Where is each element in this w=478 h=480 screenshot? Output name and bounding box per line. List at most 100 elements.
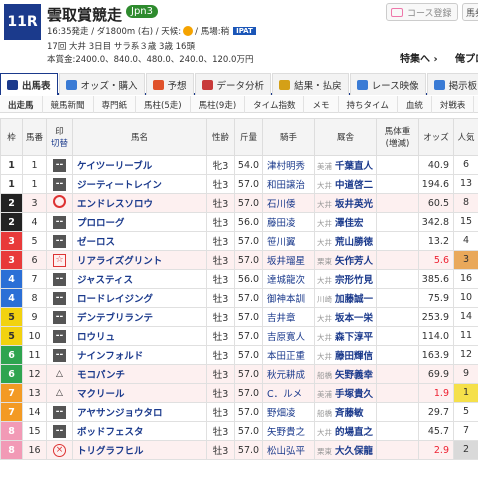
trainer-cell[interactable]: 栗東 矢作芳人 [314,250,377,270]
jockey-link[interactable]: 和田譲治 [262,174,315,194]
mark-cell[interactable]: -- [46,326,73,346]
tab-5[interactable]: レース映像 [349,73,426,95]
mark-dash-icon[interactable]: -- [53,405,66,419]
trainer-cell[interactable]: 大井 澤佳宏 [314,212,377,232]
tab-3[interactable]: データ分析 [194,73,272,95]
jockey-link[interactable]: 石川倭 [262,193,315,213]
course-register-button[interactable]: コース登録 [386,3,458,21]
trainer-link[interactable]: 斉藤敏 [335,408,364,419]
horse-name-link[interactable]: ロウリュ [72,326,207,346]
mark-x-icon[interactable]: × [53,443,66,457]
jockey-link[interactable]: 津村明秀 [262,155,315,175]
mark-cell[interactable]: -- [46,231,73,251]
jockey-link[interactable]: 達城龍次 [262,269,315,289]
mark-cell[interactable]: -- [46,174,73,194]
horse-name-link[interactable]: プロローグ [72,212,207,232]
jockey-link[interactable]: 御神本訓 [262,288,315,308]
trainer-link[interactable]: 澤佳宏 [335,218,364,229]
mark-dash-icon[interactable]: -- [53,329,66,343]
subtab-1[interactable]: 競馬新聞 [43,96,94,113]
horse-name-link[interactable]: マクリール [72,383,207,403]
mark-cell[interactable]: -- [46,212,73,232]
mark-cell[interactable]: -- [46,421,73,441]
trainer-link[interactable]: 加藤誠一 [335,294,373,305]
trainer-link[interactable]: 矢作芳人 [335,256,373,267]
trainer-link[interactable]: 藤田輝信 [335,351,373,362]
jockey-link[interactable]: C．ルメ [262,383,315,403]
jockey-link[interactable]: 笹川翼 [262,231,315,251]
jockey-link[interactable]: 吉井章 [262,307,315,327]
jockey-link[interactable]: 藤田凌 [262,212,315,232]
trainer-cell[interactable]: 大井 坂本一栄 [314,307,377,327]
mark-circle-icon[interactable] [53,195,66,208]
trainer-cell[interactable]: 船橋 斉藤敏 [314,402,377,422]
subtab-3[interactable]: 馬柱(5走) [136,96,191,113]
tab-0[interactable]: 出馬表 [0,73,58,95]
mark-cell[interactable]: -- [46,269,73,289]
subtab-4[interactable]: 馬柱(9走) [191,96,246,113]
trainer-link[interactable]: 矢野義幸 [335,370,373,381]
mark-cell[interactable]: -- [46,402,73,422]
jockey-link[interactable]: 坂井瑠星 [262,250,315,270]
tab-1[interactable]: オッズ・購入 [58,73,145,95]
mark-dash-icon[interactable]: -- [53,272,66,286]
horse-name-link[interactable]: モコパンチ [72,364,207,384]
mark-dash-icon[interactable]: -- [53,234,66,248]
horse-name-link[interactable]: ボッドフェスタ [72,421,207,441]
mark-toggle[interactable]: 切替 [51,139,68,149]
special-feature-link[interactable]: 特集へ › [400,50,438,65]
mark-dash-icon[interactable]: -- [53,310,66,324]
trainer-link[interactable]: 大久保龍 [335,446,373,457]
horse-name-link[interactable]: ケイツーリーブル [72,155,207,175]
trainer-link[interactable]: 坂井英光 [335,199,373,210]
horse-name-link[interactable]: アヤサンジョウタロ [72,402,207,422]
mark-cell[interactable]: ☆ [46,250,73,270]
mark-dash-icon[interactable]: -- [53,215,66,229]
jockey-link[interactable]: 秋元耕成 [262,364,315,384]
mark-cell[interactable]: △ [46,383,73,403]
trainer-cell[interactable]: 栗東 大久保龍 [314,440,377,460]
col-mark[interactable]: 印切替 [46,118,73,156]
trainer-cell[interactable]: 川崎 加藤誠一 [314,288,377,308]
betting-button[interactable]: 馬券 [462,3,478,21]
subtab-2[interactable]: 専門紙 [94,96,137,113]
horse-name-link[interactable]: エンドレスソロウ [72,193,207,213]
ore-pro-link[interactable]: 俺プロ [455,50,478,65]
mark-cell[interactable] [46,193,73,213]
mark-dash-icon[interactable]: -- [53,424,66,438]
mark-cell[interactable]: × [46,440,73,460]
trainer-cell[interactable]: 船橋 矢野義幸 [314,364,377,384]
jockey-link[interactable]: 本田正重 [262,345,315,365]
mark-dash-icon[interactable]: -- [53,348,66,362]
subtab-0[interactable]: 出走馬 [0,96,43,113]
mark-triangle-icon[interactable]: △ [53,387,66,400]
mark-triangle-icon[interactable]: △ [53,368,66,381]
horse-name-link[interactable]: トリグラフヒル [72,440,207,460]
subtab-8[interactable]: 血統 [398,96,432,113]
trainer-link[interactable]: 千葉直人 [335,161,373,172]
jockey-link[interactable]: 野畑凌 [262,402,315,422]
mark-cell[interactable]: -- [46,155,73,175]
tab-2[interactable]: 予想 [145,73,194,95]
trainer-cell[interactable]: 美浦 千葉直人 [314,155,377,175]
mark-dash-icon[interactable]: -- [53,291,66,305]
horse-name-link[interactable]: ジャスティス [72,269,207,289]
jockey-link[interactable]: 吉原寛人 [262,326,315,346]
trainer-cell[interactable]: 大井 藤田輝信 [314,345,377,365]
tab-6[interactable]: 掲示板 [426,73,478,95]
trainer-cell[interactable]: 大井 森下淳平 [314,326,377,346]
mark-star-icon[interactable]: ☆ [53,253,66,267]
subtab-9[interactable]: 対戦表 [432,96,475,113]
mark-cell[interactable]: -- [46,345,73,365]
horse-name-link[interactable]: ジーティートレイン [72,174,207,194]
trainer-link[interactable]: 手塚貴久 [335,389,373,400]
trainer-link[interactable]: 中道啓二 [335,180,373,191]
horse-name-link[interactable]: デンテブリランテ [72,307,207,327]
trainer-cell[interactable]: 大井 荒山勝徳 [314,231,377,251]
trainer-link[interactable]: 的場直之 [335,427,373,438]
mark-dash-icon[interactable]: -- [53,177,66,191]
mark-cell[interactable]: -- [46,288,73,308]
jockey-link[interactable]: 松山弘平 [262,440,315,460]
mark-cell[interactable]: -- [46,307,73,327]
trainer-cell[interactable]: 美浦 手塚貴久 [314,383,377,403]
